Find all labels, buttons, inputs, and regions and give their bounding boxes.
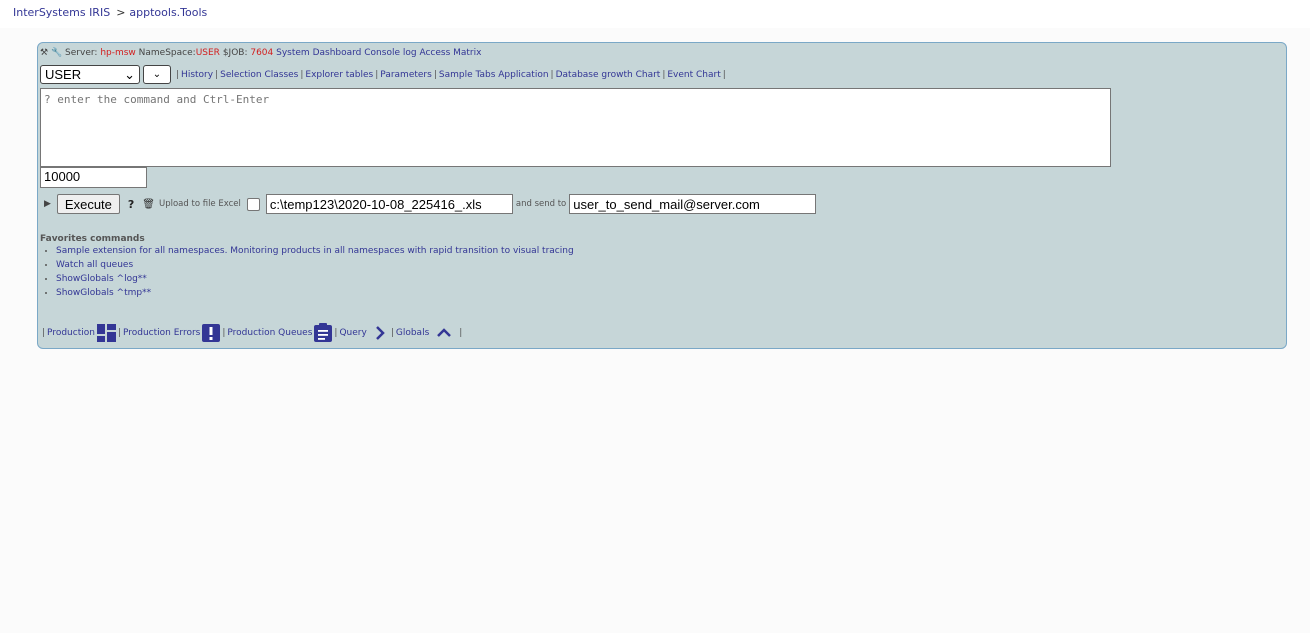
link-production[interactable]: Production	[47, 328, 95, 338]
clipboard-icon[interactable]	[314, 323, 333, 342]
play-icon[interactable]: ▶	[44, 199, 51, 209]
link-globals[interactable]: Globals	[396, 328, 429, 338]
nav-links: | History | Selection Classes | Explorer tabl…	[176, 69, 726, 80]
send-to-label: and send to	[515, 199, 567, 209]
server-label: Server:	[65, 48, 98, 58]
link-system-dashboard[interactable]: System Dashboard	[276, 48, 361, 58]
link-production-errors[interactable]: Production Errors	[123, 328, 200, 338]
favorites-section: Favorites commands Sample extension for …	[40, 234, 574, 300]
upload-excel-label: Upload to file Excel	[159, 199, 241, 209]
link-database-growth-chart[interactable]: Database growth Chart	[556, 70, 661, 80]
namespace-select[interactable]: USER ⌄	[40, 65, 140, 84]
link-parameters[interactable]: Parameters	[380, 70, 432, 80]
favorite-link[interactable]: Watch all queues	[56, 260, 133, 270]
namespace-value: USER	[195, 48, 220, 58]
list-item: ShowGlobals ^log**	[56, 272, 574, 286]
link-production-queues[interactable]: Production Queues	[227, 328, 312, 338]
dashboard-icon[interactable]	[96, 323, 116, 342]
execute-row: ▶ Execute ? 🗑 Upload to file Excel c:\te…	[44, 194, 817, 214]
actions-dropdown[interactable]: ⌄	[143, 65, 171, 84]
chevron-down-icon: ⌄	[152, 69, 162, 80]
favorite-link[interactable]: ShowGlobals ^log**	[56, 274, 147, 284]
help-icon[interactable]: ?	[128, 198, 134, 211]
breadcrumb-separator: >	[116, 6, 126, 19]
link-explorer-tables[interactable]: Explorer tables	[305, 70, 373, 80]
chevron-up-icon[interactable]	[437, 327, 452, 338]
favorite-link[interactable]: ShowGlobals ^tmp**	[56, 288, 151, 298]
breadcrumb: InterSystems IRIS > apptools.Tools	[13, 6, 207, 19]
max-rows-input[interactable]: 10000	[40, 167, 147, 188]
favorites-title: Favorites commands	[40, 234, 145, 244]
job-value: 7604	[250, 48, 274, 58]
trash-icon[interactable]: 🗑	[142, 199, 155, 210]
command-textarea[interactable]: ? enter the command and Ctrl-Enter	[40, 88, 1111, 167]
link-access-matrix[interactable]: Access Matrix	[419, 48, 481, 58]
server-value: hp-msw	[100, 48, 136, 58]
list-item: ShowGlobals ^tmp**	[56, 286, 574, 300]
bottom-nav: | Production | Production Errors | Produ…	[40, 323, 464, 342]
execute-button[interactable]: Execute	[56, 194, 120, 214]
top-bar: InterSystems IRIS > apptools.Tools	[0, 0, 1310, 28]
link-event-chart[interactable]: Event Chart	[667, 70, 720, 80]
chevron-down-icon: ⌄	[124, 66, 135, 82]
breadcrumb-current[interactable]: apptools.Tools	[129, 6, 207, 19]
status-line: ⚒ 🔧 Server: hp-msw NameSpace:USER $JOB: …	[40, 48, 481, 58]
namespace-select-value: USER	[45, 67, 82, 82]
upload-excel-checkbox[interactable]	[246, 197, 260, 211]
favorites-list: Sample extension for all namespaces. Mon…	[40, 244, 574, 300]
job-label: $JOB:	[222, 48, 248, 58]
breadcrumb-root[interactable]: InterSystems IRIS	[13, 6, 110, 19]
favorite-link[interactable]: Sample extension for all namespaces. Mon…	[56, 246, 574, 256]
chevron-right-icon[interactable]	[375, 325, 385, 340]
namespace-label: NameSpace:	[138, 48, 196, 58]
toolbar-row: USER ⌄ ⌄ | History | Selection Classes | Expl…	[40, 65, 728, 84]
tools-panel: ⚒ 🔧 Server: hp-msw NameSpace:USER $JOB: …	[37, 42, 1287, 349]
link-history[interactable]: History	[181, 70, 213, 80]
wrench-icon[interactable]: 🔧	[51, 48, 62, 58]
link-console-log[interactable]: Console log	[364, 48, 416, 58]
excel-file-input[interactable]: c:\temp123\2020-10-08_225416_.xls	[265, 194, 513, 214]
list-item: Sample extension for all namespaces. Mon…	[56, 244, 574, 258]
link-sample-tabs[interactable]: Sample Tabs Application	[439, 70, 549, 80]
link-selection-classes[interactable]: Selection Classes	[220, 70, 298, 80]
link-query[interactable]: Query	[339, 328, 366, 338]
error-alert-icon[interactable]	[202, 323, 221, 342]
email-input[interactable]: user_to_send_mail@server.com	[569, 194, 817, 214]
list-item: Watch all queues	[56, 258, 574, 272]
tools-icon: ⚒	[40, 48, 49, 58]
